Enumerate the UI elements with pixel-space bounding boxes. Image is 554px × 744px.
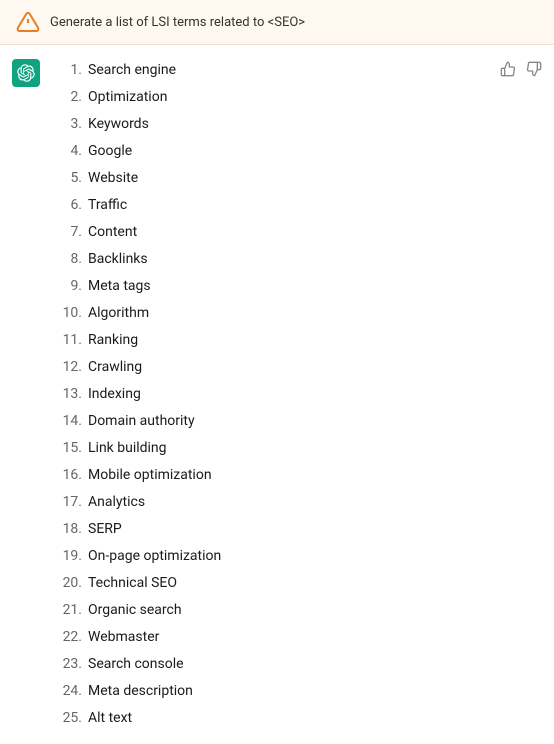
list-item: 2.Optimization bbox=[52, 84, 490, 111]
list-item-number: 10. bbox=[52, 303, 88, 324]
list-item: 20.Technical SEO bbox=[52, 570, 490, 597]
header-text: Generate a list of LSI terms related to … bbox=[50, 15, 305, 30]
list-item-number: 1. bbox=[52, 60, 88, 81]
list-item-number: 25. bbox=[52, 708, 88, 729]
list-item-text: Algorithm bbox=[88, 303, 149, 324]
list-item: 16.Mobile optimization bbox=[52, 462, 490, 489]
list-item-text: On-page optimization bbox=[88, 546, 221, 567]
list-item-number: 2. bbox=[52, 87, 88, 108]
list-item-text: Meta description bbox=[88, 681, 193, 702]
list-item: 5.Website bbox=[52, 165, 490, 192]
list-item-number: 19. bbox=[52, 546, 88, 567]
list-item: 15.Link building bbox=[52, 435, 490, 462]
list-item: 3.Keywords bbox=[52, 111, 490, 138]
list-item-text: Traffic bbox=[88, 195, 127, 216]
list-item-text: Alt text bbox=[88, 708, 132, 729]
list-item-number: 18. bbox=[52, 519, 88, 540]
list-item-number: 4. bbox=[52, 141, 88, 162]
avatar bbox=[12, 59, 40, 87]
warning-icon bbox=[16, 10, 40, 34]
list-item: 19.On-page optimization bbox=[52, 543, 490, 570]
list-item-text: Technical SEO bbox=[88, 573, 177, 594]
list-item: 9.Meta tags bbox=[52, 273, 490, 300]
list-item-text: Webmaster bbox=[88, 627, 159, 648]
list-item-number: 8. bbox=[52, 249, 88, 270]
list-item: 10.Algorithm bbox=[52, 300, 490, 327]
list-item: 24.Meta description bbox=[52, 678, 490, 705]
list-item-number: 11. bbox=[52, 330, 88, 351]
list-item-number: 17. bbox=[52, 492, 88, 513]
list-item-text: Analytics bbox=[88, 492, 145, 513]
list-item-text: Mobile optimization bbox=[88, 465, 212, 486]
list-item: 14.Domain authority bbox=[52, 408, 490, 435]
list-item-number: 5. bbox=[52, 168, 88, 189]
main-content: 1.Search engine2.Optimization3.Keywords4… bbox=[0, 45, 554, 744]
list-item: 21.Organic search bbox=[52, 597, 490, 624]
list-item: 25.Alt text bbox=[52, 705, 490, 732]
list-item: 22.Webmaster bbox=[52, 624, 490, 651]
list-item-number: 24. bbox=[52, 681, 88, 702]
list-item-number: 6. bbox=[52, 195, 88, 216]
list-item: 1.Search engine bbox=[52, 57, 490, 84]
list-item-text: Crawling bbox=[88, 357, 142, 378]
list-item-text: Organic search bbox=[88, 600, 182, 621]
list-item-number: 22. bbox=[52, 627, 88, 648]
terms-list: 1.Search engine2.Optimization3.Keywords4… bbox=[52, 57, 490, 732]
list-item-text: Link building bbox=[88, 438, 167, 459]
avatar-column bbox=[0, 57, 52, 732]
list-item-text: Backlinks bbox=[88, 249, 148, 270]
list-item-text: Search engine bbox=[88, 60, 176, 81]
header-bar: Generate a list of LSI terms related to … bbox=[0, 0, 554, 45]
list-item: 7.Content bbox=[52, 219, 490, 246]
list-column: 1.Search engine2.Optimization3.Keywords4… bbox=[52, 57, 498, 732]
list-item-number: 7. bbox=[52, 222, 88, 243]
list-item-number: 16. bbox=[52, 465, 88, 486]
list-item-text: Meta tags bbox=[88, 276, 151, 297]
list-item: 13.Indexing bbox=[52, 381, 490, 408]
list-item: 23.Search console bbox=[52, 651, 490, 678]
list-item-number: 12. bbox=[52, 357, 88, 378]
list-item-text: Domain authority bbox=[88, 411, 195, 432]
list-item-number: 21. bbox=[52, 600, 88, 621]
thumbdown-button[interactable] bbox=[524, 59, 544, 83]
list-item: 6.Traffic bbox=[52, 192, 490, 219]
list-item-text: Google bbox=[88, 141, 132, 162]
list-item-text: Optimization bbox=[88, 87, 167, 108]
actions-column bbox=[498, 57, 554, 732]
list-item-number: 9. bbox=[52, 276, 88, 297]
list-item: 11.Ranking bbox=[52, 327, 490, 354]
list-item: 12.Crawling bbox=[52, 354, 490, 381]
list-item-text: Indexing bbox=[88, 384, 141, 405]
list-item-number: 13. bbox=[52, 384, 88, 405]
list-item: 4.Google bbox=[52, 138, 490, 165]
list-item-number: 14. bbox=[52, 411, 88, 432]
list-item: 17.Analytics bbox=[52, 489, 490, 516]
list-item-number: 3. bbox=[52, 114, 88, 135]
list-item-number: 20. bbox=[52, 573, 88, 594]
list-item: 18.SERP bbox=[52, 516, 490, 543]
list-item-text: Keywords bbox=[88, 114, 149, 135]
list-item: 8.Backlinks bbox=[52, 246, 490, 273]
thumbup-button[interactable] bbox=[498, 59, 518, 83]
list-item-text: Website bbox=[88, 168, 138, 189]
list-item-number: 23. bbox=[52, 654, 88, 675]
list-item-number: 15. bbox=[52, 438, 88, 459]
list-item-text: SERP bbox=[88, 519, 122, 540]
list-item-text: Search console bbox=[88, 654, 184, 675]
list-item-text: Content bbox=[88, 222, 137, 243]
list-item-text: Ranking bbox=[88, 330, 138, 351]
